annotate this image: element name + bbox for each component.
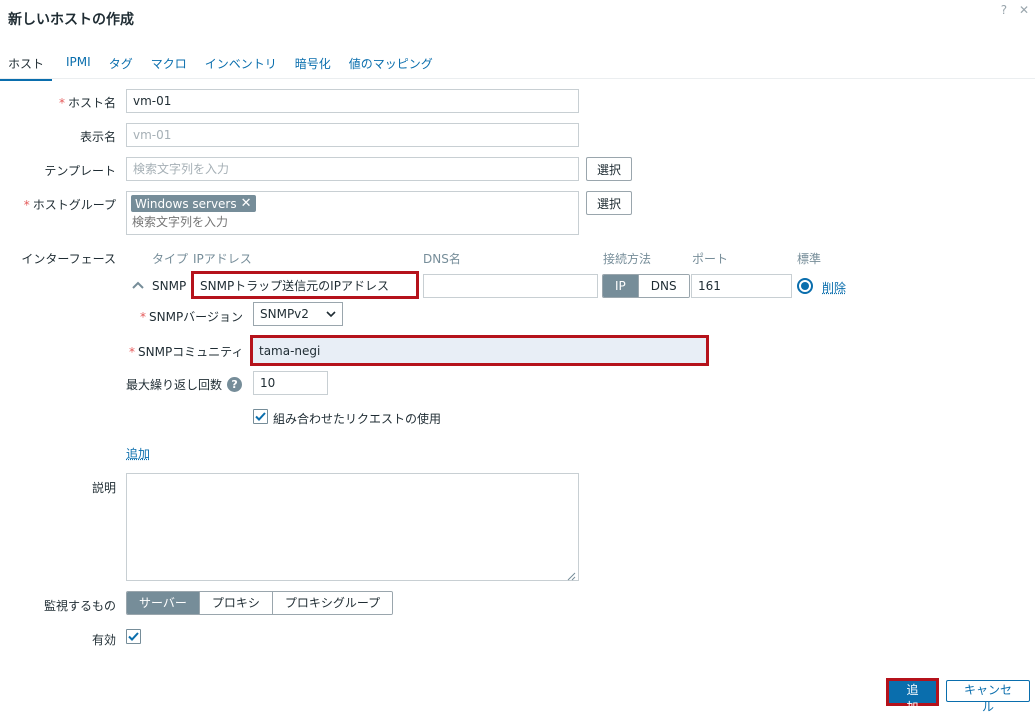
col-port: ポート — [692, 252, 729, 266]
templates-input[interactable] — [126, 157, 579, 181]
tabs-divider — [0, 78, 1035, 79]
host-group-chip: Windows servers ✕ — [131, 195, 256, 212]
host-name-label: * ホスト名 — [58, 96, 116, 110]
snmp-version-label: * SNMPバージョン — [140, 310, 243, 324]
col-dns: DNS名 — [423, 252, 461, 266]
col-connect: 接続方法 — [603, 252, 652, 266]
description-label: 説明 — [91, 481, 116, 495]
help-icon[interactable]: ? — [1001, 3, 1007, 17]
snmp-version-value: SNMPv2 — [260, 307, 309, 321]
host-group-chip-label: Windows servers — [135, 196, 237, 211]
col-type: タイプ — [152, 252, 189, 266]
host-groups-multiselect[interactable]: Windows servers ✕ — [126, 191, 579, 235]
visible-name-input[interactable] — [126, 123, 579, 147]
connect-ip-option[interactable]: IP — [603, 275, 638, 297]
enabled-label: 有効 — [91, 633, 116, 647]
description-textarea[interactable] — [126, 473, 579, 581]
interface-type: SNMP — [152, 279, 187, 293]
collapse-chevron-icon[interactable] — [131, 278, 145, 292]
monitored-by-label: 監視するもの — [43, 599, 116, 613]
monitored-by-server[interactable]: サーバー — [127, 592, 199, 614]
interface-dns-input[interactable] — [423, 274, 598, 298]
host-groups-search-input[interactable] — [132, 215, 432, 229]
monitored-by-proxy-group[interactable]: プロキシグループ — [271, 592, 393, 614]
host-groups-select-button[interactable]: 選択 — [586, 191, 633, 215]
monitored-by-proxy[interactable]: プロキシ — [198, 592, 272, 614]
max-repetitions-input[interactable] — [253, 371, 328, 395]
header-icons: ? ✕ — [993, 3, 1029, 17]
bulk-requests-label: 組み合わせたリクエストの使用 — [273, 412, 442, 426]
templates-label: テンプレート — [44, 164, 116, 178]
col-default: 標準 — [797, 252, 822, 266]
host-groups-label: * ホストグループ — [23, 198, 116, 212]
interfaces-label: インターフェース — [21, 252, 116, 266]
add-button[interactable]: 追加 — [889, 681, 936, 714]
dialog-title: 新しいホストの作成 — [8, 12, 134, 28]
connect-to-toggle: IP DNS — [602, 274, 690, 298]
checkmark-icon — [255, 412, 266, 421]
cancel-button[interactable]: キャンセル — [946, 680, 1030, 714]
snmp-community-input[interactable] — [253, 338, 706, 363]
chip-remove-icon[interactable]: ✕ — [241, 196, 252, 211]
max-repetitions-label: 最大繰り返し回数 ? — [126, 376, 243, 393]
templates-select-button[interactable]: 選択 — [586, 157, 633, 181]
help-circle-icon[interactable]: ? — [227, 377, 243, 392]
visible-name-label: 表示名 — [79, 130, 116, 144]
col-ip: IPアドレス — [193, 252, 252, 266]
close-icon[interactable]: ✕ — [1019, 3, 1029, 17]
add-interface-link[interactable]: 追加 — [126, 445, 150, 462]
snmp-version-select[interactable]: SNMPv2 — [253, 302, 343, 326]
chevron-down-icon — [326, 307, 336, 321]
interface-port-input[interactable] — [691, 274, 792, 298]
host-name-input[interactable] — [126, 89, 579, 113]
snmp-community-label: * SNMPコミュニティ — [129, 345, 244, 359]
checkmark-icon — [128, 632, 139, 641]
interface-remove-link[interactable]: 削除 — [822, 279, 846, 296]
enabled-checkbox[interactable] — [126, 629, 141, 644]
default-interface-radio[interactable] — [797, 278, 813, 294]
interface-ip-input[interactable] — [194, 274, 416, 296]
connect-dns-option[interactable]: DNS — [637, 275, 689, 297]
monitored-by-toggle: サーバー プロキシ プロキシグループ — [126, 591, 394, 615]
resize-handle-icon[interactable] — [567, 570, 576, 584]
bulk-requests-checkbox[interactable] — [253, 409, 268, 424]
